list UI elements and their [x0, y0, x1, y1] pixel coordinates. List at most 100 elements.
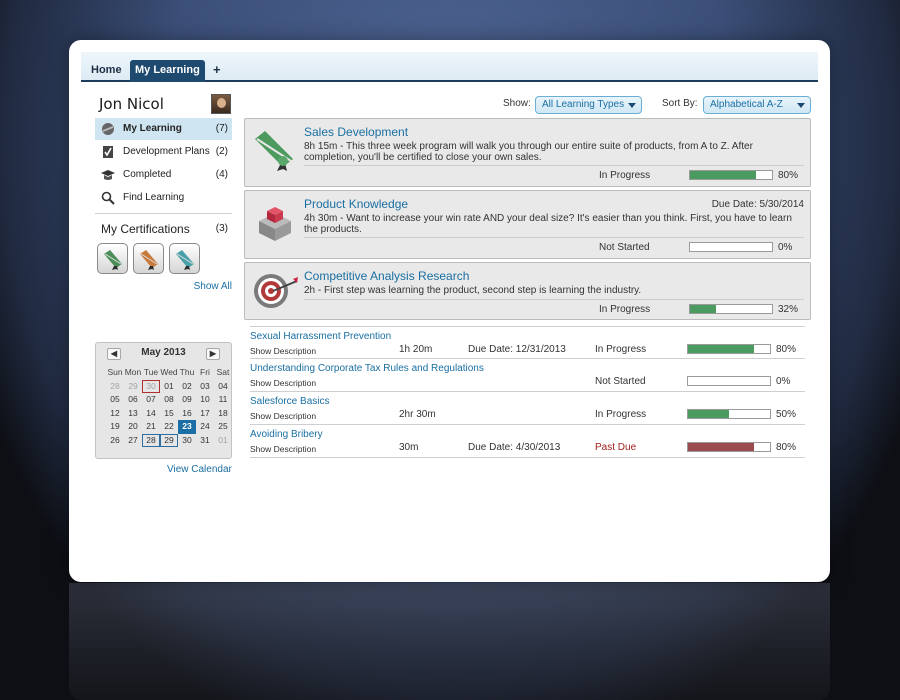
calendar-day[interactable]: 07	[142, 393, 160, 407]
progress-fill	[690, 171, 756, 179]
ribbon-certificate-icon	[255, 131, 293, 171]
tab-my-learning[interactable]: My Learning	[130, 60, 205, 82]
course-description: 8h 15m - This three week program will wa…	[304, 141, 753, 163]
course-status: Not Started	[599, 242, 650, 253]
certification-badge[interactable]	[133, 243, 164, 274]
calendar-week-row: 19 20 21 22 23 24 25	[106, 420, 232, 434]
calendar-day[interactable]: 24	[196, 420, 214, 434]
sidebar-item-find-learning[interactable]: Find Learning	[95, 187, 232, 209]
avatar[interactable]	[211, 94, 231, 114]
sort-value: Alphabetical A-Z	[710, 99, 783, 110]
calendar-day[interactable]: 08	[160, 393, 178, 407]
calendar-day[interactable]: 10	[196, 393, 214, 407]
calendar-day[interactable]: 21	[142, 420, 160, 434]
calendar-day[interactable]: 06	[124, 393, 142, 407]
calendar-next-button[interactable]: ▶	[206, 348, 220, 360]
progress-bar	[689, 304, 773, 314]
show-label: Show:	[503, 98, 531, 109]
course-status: In Progress	[595, 409, 647, 420]
view-calendar-link[interactable]: View Calendar	[167, 464, 232, 475]
calendar-day[interactable]: 01	[160, 380, 178, 394]
show-description-link[interactable]: Show Description	[250, 378, 316, 388]
progress-percent: 80%	[778, 170, 799, 181]
course-title[interactable]: Salesforce Basics	[250, 396, 329, 407]
calendar-day[interactable]: 30	[178, 434, 196, 448]
certificate-icon	[104, 250, 122, 270]
sidebar-item-label: Find Learning	[123, 192, 185, 203]
calendar-weekday: Sun	[107, 367, 123, 377]
course-list: Sexual Harrassment Prevention Show Descr…	[250, 326, 805, 458]
chevron-down-icon	[628, 103, 636, 108]
calendar-day[interactable]: 02	[178, 380, 196, 394]
calendar-day[interactable]: 25	[214, 420, 232, 434]
calendar-prev-button[interactable]: ◀	[107, 348, 121, 360]
course-title[interactable]: Sexual Harrassment Prevention	[250, 331, 391, 342]
calendar-day[interactable]: 28	[106, 380, 124, 394]
calendar-day[interactable]: 11	[214, 393, 232, 407]
calendar-day[interactable]: 26	[106, 434, 124, 448]
calendar-day[interactable]: 27	[124, 434, 142, 448]
calendar-day[interactable]: 04	[214, 380, 232, 394]
show-all-link[interactable]: Show All	[95, 281, 232, 292]
calendar-day[interactable]: 15	[160, 407, 178, 421]
progress-bar	[687, 409, 771, 419]
tab-home[interactable]: Home	[85, 60, 128, 82]
calendar-day[interactable]: 30	[142, 379, 160, 393]
calendar-weekday-row: Sun Mon Tue Wed Thu Fri Sat	[106, 366, 232, 380]
calendar-day[interactable]: 31	[196, 434, 214, 448]
sidebar-item-my-learning[interactable]: My Learning (7)	[95, 118, 232, 140]
sidebar-item-completed[interactable]: Completed (4)	[95, 164, 232, 186]
course-title[interactable]: Avoiding Bribery	[250, 429, 323, 440]
sidebar-item-development-plans[interactable]: Development Plans (2)	[95, 141, 232, 163]
calendar-day[interactable]: 23	[178, 420, 196, 434]
progress-percent: 50%	[776, 409, 797, 420]
calendar-day[interactable]: 01	[214, 434, 232, 448]
sidebar-item-count: (7)	[215, 123, 228, 134]
featured-course-card: Sales Development 8h 15m - This three we…	[244, 118, 811, 187]
calendar-day[interactable]: 12	[106, 407, 124, 421]
calendar-grid: Sun Mon Tue Wed Thu Fri Sat 28 29 30 01 02 03 04 05 06 0…	[106, 366, 232, 447]
sidebar-item-count: (4)	[215, 169, 228, 180]
certifications-title: My Certifications	[101, 222, 190, 236]
calendar-day[interactable]: 09	[178, 393, 196, 407]
calendar-day[interactable]: 28	[142, 433, 160, 447]
calendar-day[interactable]: 18	[214, 407, 232, 421]
list-item: Salesforce Basics Show Description 2hr 3…	[250, 392, 805, 425]
course-description: 2h - First step was learning the product…	[304, 285, 642, 296]
show-description-link[interactable]: Show Description	[250, 346, 316, 356]
sidebar-item-label: My Learning	[123, 123, 182, 134]
course-title[interactable]: Competitive Analysis Research	[304, 269, 469, 283]
certification-badge[interactable]	[169, 243, 200, 274]
progress-fill	[688, 443, 754, 451]
calendar-day[interactable]: 16	[178, 407, 196, 421]
calendar-day[interactable]: 13	[124, 407, 142, 421]
show-description-link[interactable]: Show Description	[250, 444, 316, 454]
add-tab-button[interactable]: +	[207, 60, 227, 82]
show-description-link[interactable]: Show Description	[250, 411, 316, 421]
checklist-icon	[103, 146, 113, 158]
calendar-day[interactable]: 05	[106, 393, 124, 407]
course-status: In Progress	[599, 304, 651, 315]
progress-fill	[690, 305, 717, 313]
progress-percent: 80%	[776, 344, 797, 355]
course-due-date: Due Date: 5/30/2014	[711, 199, 804, 210]
calendar-day[interactable]: 14	[142, 407, 160, 421]
sort-select[interactable]: Alphabetical A-Z	[703, 96, 811, 114]
course-title[interactable]: Sales Development	[304, 125, 408, 139]
mini-calendar: ◀ May 2013 ▶ Sun Mon Tue Wed Thu Fri Sat 28 29 30…	[95, 342, 232, 459]
calendar-day[interactable]: 19	[106, 420, 124, 434]
calendar-day[interactable]: 03	[196, 380, 214, 394]
calendar-day[interactable]: 17	[196, 407, 214, 421]
calendar-day[interactable]: 29	[160, 433, 178, 447]
course-title[interactable]: Understanding Corporate Tax Rules and Re…	[250, 363, 484, 374]
course-title[interactable]: Product Knowledge	[304, 197, 408, 211]
progress-bar	[687, 376, 771, 386]
calendar-day[interactable]: 22	[160, 420, 178, 434]
calendar-weekday: Thu	[179, 367, 195, 377]
certifications-header: My Certifications (3)	[95, 218, 232, 240]
calendar-day[interactable]: 29	[124, 380, 142, 394]
user-header: Jon Nicol	[99, 94, 231, 116]
certification-badge[interactable]	[97, 243, 128, 274]
learning-type-select[interactable]: All Learning Types	[535, 96, 642, 114]
calendar-day[interactable]: 20	[124, 420, 142, 434]
